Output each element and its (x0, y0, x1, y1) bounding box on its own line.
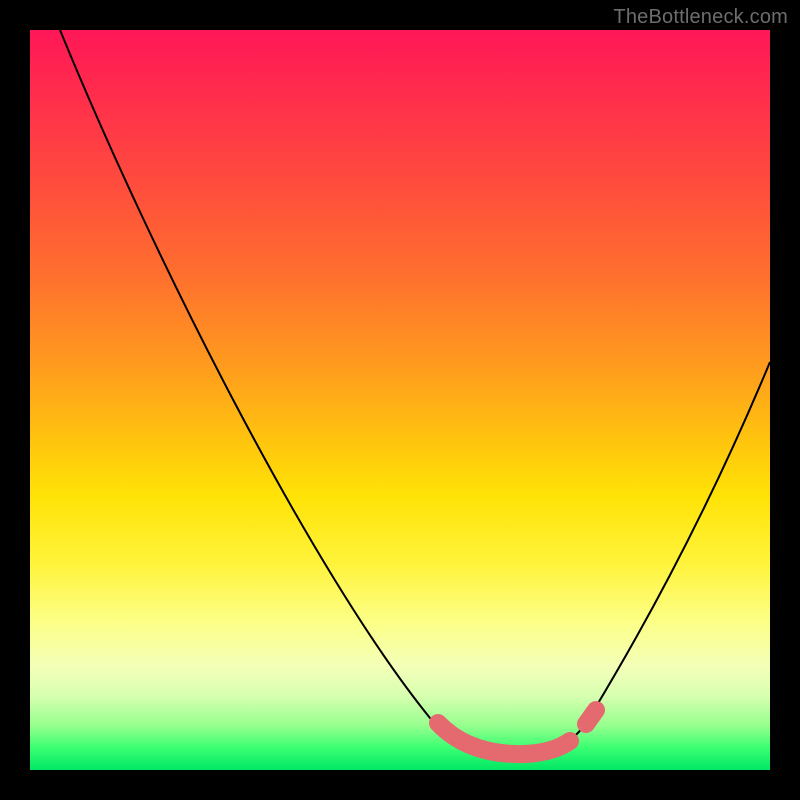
curve-layer (30, 30, 770, 770)
watermark-text: TheBottleneck.com (613, 6, 788, 29)
bottleneck-curve (60, 30, 770, 754)
bottleneck-optimal-dot (586, 710, 596, 724)
chart-frame: TheBottleneck.com (0, 0, 800, 800)
plot-area (30, 30, 770, 770)
bottleneck-optimal-region (438, 723, 570, 754)
